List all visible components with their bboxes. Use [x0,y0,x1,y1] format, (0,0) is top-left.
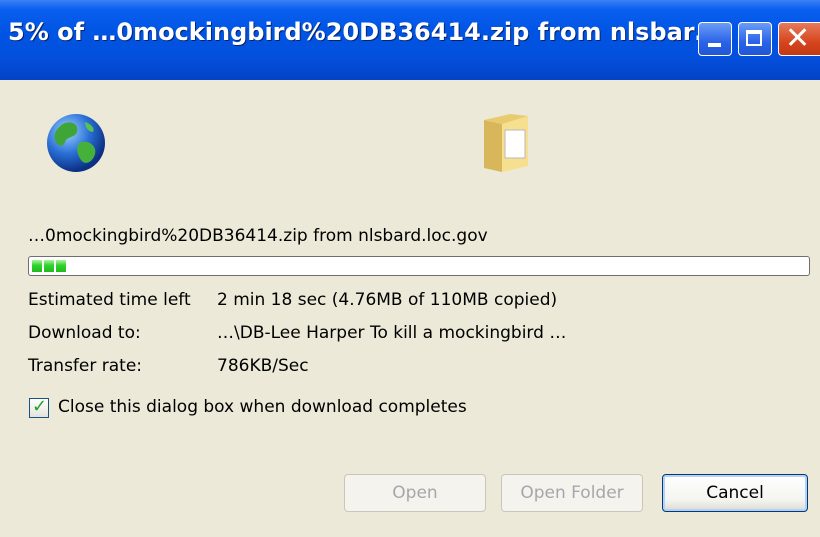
title-bar[interactable]: 5% of …0mockingbird%20DB36414.zip from n… [0,0,820,80]
maximize-button[interactable] [738,22,772,56]
minimize-button[interactable] [698,22,732,56]
progress-segment [44,260,54,272]
transfer-rate-value: 786KB/Sec [217,356,309,376]
progress-segment [56,260,66,272]
download-progress-bar [28,256,810,276]
transfer-rate-label: Transfer rate: [28,356,143,376]
maximize-icon [746,30,762,46]
download-to-value: …\DB-Lee Harper To kill a mockingbird … [217,323,567,343]
close-when-done-label[interactable]: Close this dialog box when download comp… [58,397,467,417]
estimated-time-value: 2 min 18 sec (4.76MB of 110MB copied) [217,290,558,310]
open-button[interactable]: Open [344,474,486,512]
download-filename: …0mockingbird%20DB36414.zip from nlsbard… [28,226,488,246]
checkmark-icon: ✓ [32,396,48,417]
estimated-time-label: Estimated time left [28,290,191,310]
progress-fill [32,260,66,272]
folder-icon [484,114,528,172]
window-title: 5% of …0mockingbird%20DB36414.zip from n… [8,18,719,46]
close-when-done-checkbox[interactable]: ✓ [29,396,49,418]
minimize-icon [708,43,721,47]
close-icon: ✕ [785,21,811,56]
globe-icon [47,114,105,172]
download-dialog: 5% of …0mockingbird%20DB36414.zip from n… [0,0,820,537]
download-to-label: Download to: [28,323,141,343]
close-button[interactable]: ✕ [778,22,820,56]
cancel-button[interactable]: Cancel [662,474,808,512]
progress-segment [32,260,42,272]
open-folder-button[interactable]: Open Folder [501,474,643,512]
